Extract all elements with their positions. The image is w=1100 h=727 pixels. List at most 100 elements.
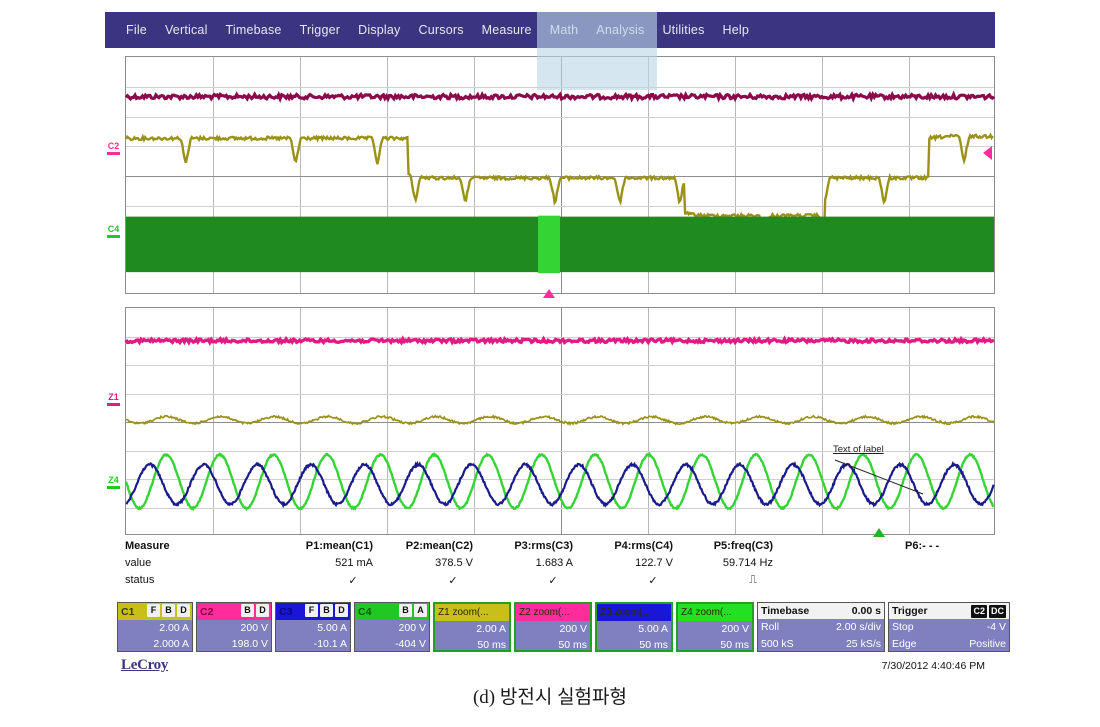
descriptor-header: Z1 zoom(... xyxy=(435,604,509,621)
menu-item-cursors[interactable]: Cursors xyxy=(410,23,473,37)
measure-cell-p3-measure[interactable]: P3:rms(C3) xyxy=(461,540,573,552)
trace-c4-highlight-top xyxy=(538,215,560,274)
measure-cell-p3-value[interactable]: 1.683 A xyxy=(461,557,573,569)
descriptor-c2[interactable]: C2 B D 200 V 198.0 V xyxy=(196,602,272,652)
descriptor-name: C1 xyxy=(121,605,135,618)
menu-item-timebase[interactable]: Timebase xyxy=(217,23,291,37)
descriptor-badge: B xyxy=(320,604,333,617)
cursor-marker-bottom[interactable] xyxy=(873,528,885,537)
descriptor-badge: B xyxy=(241,604,254,617)
timebase-memory: 500 kS xyxy=(761,637,794,650)
timebase-mode-row: Roll 2.00 s/div xyxy=(758,619,884,635)
measure-row-label: value xyxy=(125,557,152,569)
descriptor-name: Z1 zoom(... xyxy=(438,607,489,618)
descriptor-header: Z3 zoom(... xyxy=(597,604,671,621)
measure-cell-p2-status[interactable]: ✓ xyxy=(433,574,473,587)
descriptor-offset: 2.000 A xyxy=(118,636,192,651)
measure-cell-p5-measure[interactable]: P5:freq(C3) xyxy=(661,540,773,552)
timebase-sample-rate: 25 kS/s xyxy=(845,637,881,650)
descriptor-badge: A xyxy=(414,604,427,617)
descriptor-bar: C1 F B D 2.00 A 2.000 A C2 B D 200 V 198.0 V C3 F B D 5… xyxy=(117,602,1010,652)
menu-item-measure[interactable]: Measure xyxy=(473,23,541,37)
measure-cell-p2-measure[interactable]: P2:mean(C2) xyxy=(361,540,473,552)
descriptor-header: C4 B A xyxy=(355,603,429,620)
descriptor-c4[interactable]: C4 B A 200 V -404 V xyxy=(354,602,430,652)
trigger-position-marker-top[interactable] xyxy=(543,289,555,298)
waveform-grid-top[interactable] xyxy=(124,56,996,294)
measure-cell-p4-measure[interactable]: P4:rms(C4) xyxy=(561,540,673,552)
descriptor-badge: B xyxy=(399,604,412,617)
trigger-slope-row: Edge Positive xyxy=(889,636,1009,652)
descriptor-z3[interactable]: Z3 zoom(... 5.00 A 50 ms xyxy=(595,602,673,652)
timebase-memory-row: 500 kS 25 kS/s xyxy=(758,636,884,652)
measure-cell-p4-value[interactable]: 122.7 V xyxy=(561,557,673,569)
trigger-title-row: Trigger C2 DC xyxy=(889,603,1009,620)
descriptor-time: 50 ms xyxy=(597,637,671,650)
measure-cell-p5-value[interactable]: 59.714 Hz xyxy=(661,557,773,569)
trace-z2-bottom xyxy=(125,414,995,426)
descriptor-timebase[interactable]: Timebase 0.00 s Roll 2.00 s/div 500 kS 25 kS/… xyxy=(757,602,885,652)
measure-cell-p6-measure[interactable]: P6:- - - xyxy=(905,540,1017,552)
descriptor-c1[interactable]: C1 F B D 2.00 A 2.000 A xyxy=(117,602,193,652)
measure-cell-p1-measure[interactable]: P1:mean(C1) xyxy=(261,540,373,552)
blue-overlay-artifact xyxy=(537,12,657,90)
timebase-rate: 2.00 s/div xyxy=(836,621,881,634)
channel-marker-c2[interactable]: C2 xyxy=(107,142,120,155)
channel-marker-z1[interactable]: Z1 xyxy=(107,393,120,406)
descriptor-trigger[interactable]: Trigger C2 DC Stop -4 V Edge Positive xyxy=(888,602,1010,652)
trigger-badge: C2 xyxy=(971,604,987,618)
waveform-traces-top xyxy=(124,90,996,274)
measure-cell-p4-status[interactable]: ✓ xyxy=(633,574,673,587)
measure-cell-p5-status[interactable]: ⎍ xyxy=(733,574,773,587)
measure-cell-p1-value[interactable]: 521 mA xyxy=(261,557,373,569)
measure-cell-p3-status[interactable]: ✓ xyxy=(533,574,573,587)
measure-row-value: value 521 mA 378.5 V 1.683 A 122.7 V 59.714 H… xyxy=(125,557,995,573)
descriptor-name: C3 xyxy=(279,605,293,618)
trigger-slope: Positive xyxy=(969,637,1006,650)
measure-row-label: Measure xyxy=(125,540,170,552)
descriptor-name: Z3 zoom(... xyxy=(600,607,651,618)
descriptor-scale: 5.00 A xyxy=(597,621,671,637)
lecroy-logo: LeCroy xyxy=(121,657,169,673)
menu-item-utilities[interactable]: Utilities xyxy=(653,23,713,37)
descriptor-badge: D xyxy=(256,604,269,617)
menu-item-file[interactable]: File xyxy=(117,23,156,37)
menu-item-help[interactable]: Help xyxy=(714,23,759,37)
descriptor-name: Z2 zoom(... xyxy=(519,607,570,618)
channel-marker-z4[interactable]: Z4 xyxy=(107,476,120,489)
descriptor-z4[interactable]: Z4 zoom(... 200 V 50 ms xyxy=(676,602,754,652)
timebase-title-row: Timebase 0.00 s xyxy=(758,603,884,620)
timestamp: 7/30/2012 4:40:46 PM xyxy=(881,660,985,672)
descriptor-name: Z4 zoom(... xyxy=(681,607,732,618)
trigger-slope-label: Edge xyxy=(892,637,917,650)
descriptor-scale: 200 V xyxy=(197,620,271,636)
descriptor-z2[interactable]: Z2 zoom(... 200 V 50 ms xyxy=(514,602,592,652)
measure-row-measure: Measure P1:mean(C1) P2:mean(C2) P3:rms(C3) P… xyxy=(125,540,995,556)
measure-table: Measure P1:mean(C1) P2:mean(C2) P3:rms(C3) P… xyxy=(125,540,995,594)
trigger-level-marker-right[interactable] xyxy=(983,146,992,160)
descriptor-scale: 200 V xyxy=(678,621,752,637)
measure-cell-p1-status[interactable]: ✓ xyxy=(333,574,373,587)
descriptor-z1[interactable]: Z1 zoom(... 2.00 A 50 ms xyxy=(433,602,511,652)
descriptor-time: 50 ms xyxy=(678,637,752,650)
descriptor-offset: -404 V xyxy=(355,636,429,651)
descriptor-scale: 200 V xyxy=(516,621,590,637)
timebase-delay: 0.00 s xyxy=(851,605,881,618)
descriptor-c3[interactable]: C3 F B D 5.00 A -10.1 A xyxy=(275,602,351,652)
menu-item-trigger[interactable]: Trigger xyxy=(291,23,350,37)
trace-c2-top xyxy=(124,90,996,104)
trigger-level: -4 V xyxy=(986,621,1006,634)
measure-row-label: status xyxy=(125,574,155,586)
descriptor-badge: F xyxy=(147,604,160,617)
descriptor-scale: 200 V xyxy=(355,620,429,636)
measure-cell-p2-value[interactable]: 378.5 V xyxy=(361,557,473,569)
trigger-state: Stop xyxy=(892,621,914,634)
menu-item-vertical[interactable]: Vertical xyxy=(156,23,217,37)
menu-item-display[interactable]: Display xyxy=(349,23,409,37)
descriptor-header: Z2 zoom(... xyxy=(516,604,590,621)
channel-marker-c4[interactable]: C4 xyxy=(107,225,120,238)
descriptor-offset: 198.0 V xyxy=(197,636,271,651)
descriptor-badge: F xyxy=(305,604,318,617)
measure-row-status: status ✓ ✓ ✓ ✓ ⎍ xyxy=(125,574,995,590)
descriptor-badge: D xyxy=(335,604,348,617)
